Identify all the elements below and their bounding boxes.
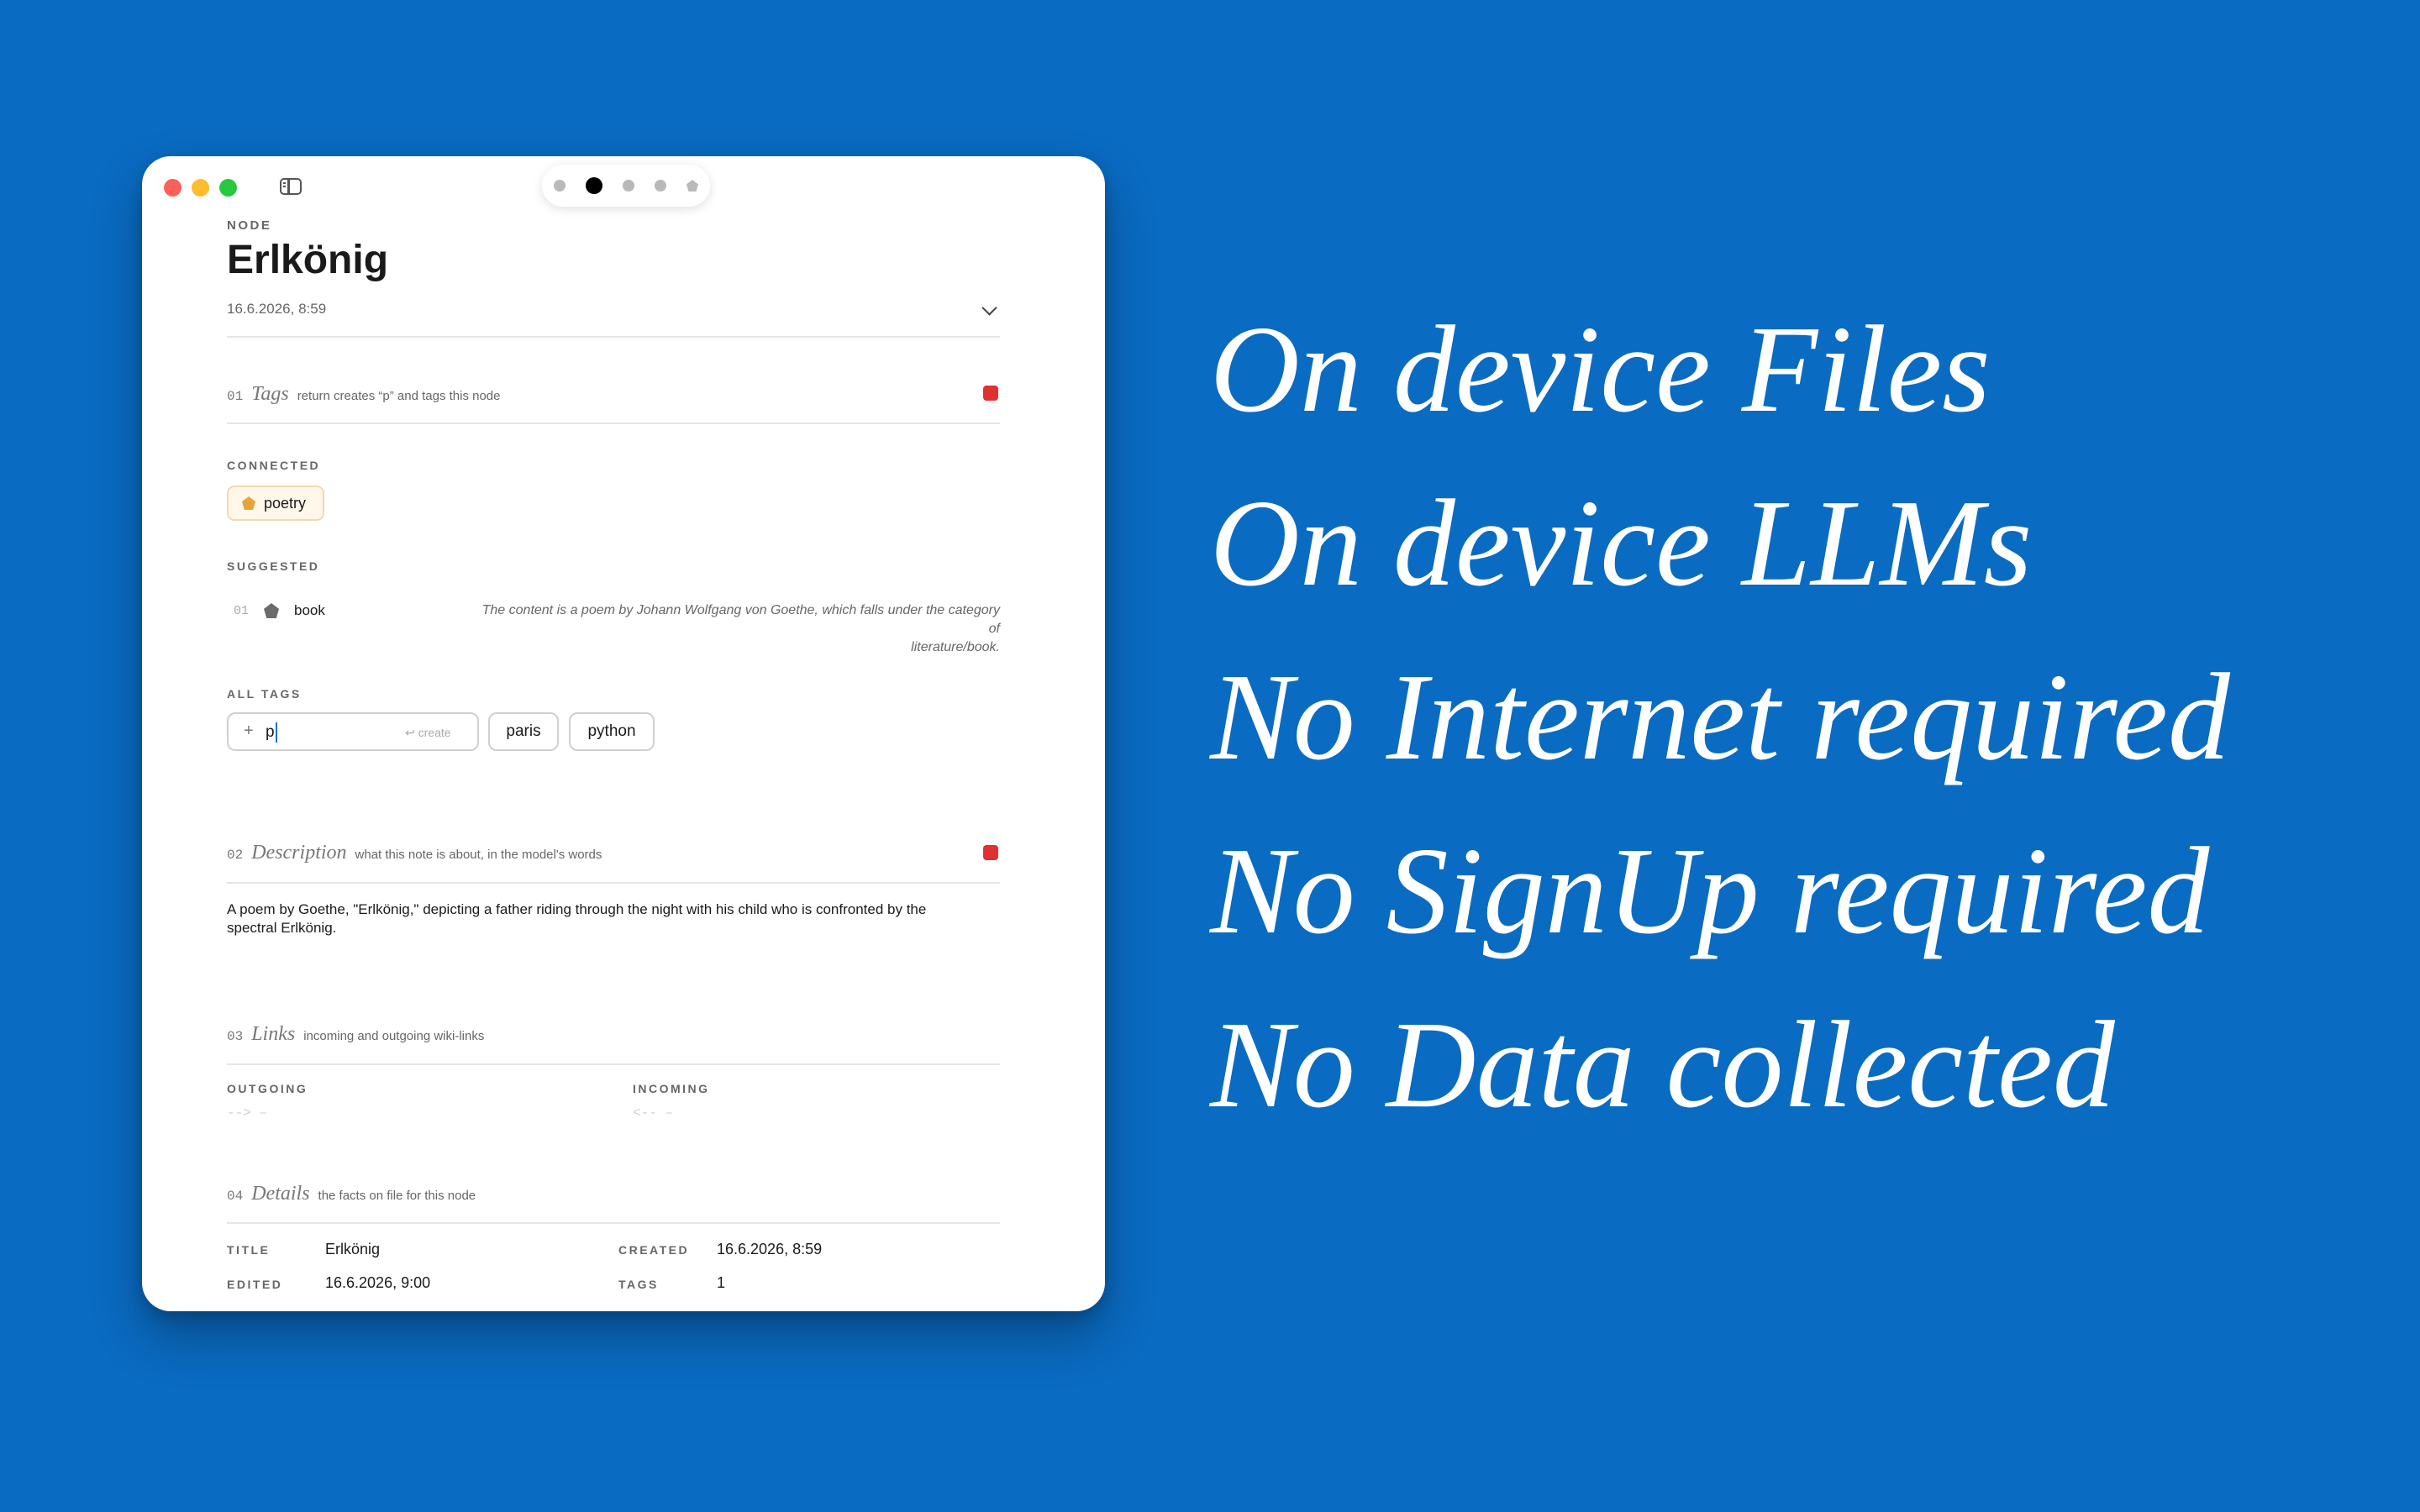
divider	[227, 423, 1000, 424]
tag-chip-python[interactable]: python	[569, 712, 655, 751]
section-number: 02	[227, 848, 244, 863]
description-section-header: 02 Description what this note is about, …	[227, 842, 602, 864]
pentagon-icon	[264, 603, 280, 618]
tagline-on-device-llms: On device LLMs	[1210, 475, 2033, 612]
incoming-value: <-- –	[633, 1105, 674, 1121]
section-name: Links	[251, 1023, 296, 1045]
node-title: Erlkönig	[227, 238, 389, 282]
node-timestamp: 16.6.2026, 8:59	[227, 301, 327, 317]
description-line: spectral Erlkönig.	[227, 920, 337, 936]
tag-label: poetry	[264, 494, 307, 512]
section-number: 04	[227, 1189, 244, 1204]
outgoing-label: OUTGOING	[227, 1082, 308, 1095]
status-marker	[983, 845, 998, 860]
section-name: Details	[251, 1183, 310, 1205]
window-zoom-button[interactable]	[219, 179, 237, 197]
section-hint: what this note is about, in the model's …	[355, 848, 602, 862]
connected-tag-poetry[interactable]: poetry	[227, 486, 324, 521]
sidebar-toggle-icon[interactable]	[280, 178, 302, 195]
tags-section-header: 01 Tags return creates “p” and tags this…	[227, 383, 501, 406]
detail-title-value: Erlkönig	[325, 1241, 381, 1257]
divider	[227, 882, 1000, 884]
suggested-item[interactable]: 01 book	[234, 602, 325, 619]
detail-created-value: 16.6.2026, 8:59	[717, 1241, 823, 1257]
detail-edited-value: 16.6.2026, 9:00	[325, 1274, 431, 1291]
section-name: Tags	[251, 383, 289, 405]
tag-input-value[interactable]: p	[266, 723, 275, 742]
section-number: 01	[227, 389, 244, 404]
node-kind-label: NODE	[227, 218, 272, 233]
description-line: A poem by Goethe, "Erlkönig," depicting …	[227, 901, 927, 917]
section-hint: the facts on file for this node	[318, 1189, 476, 1203]
outgoing-value: --> –	[227, 1105, 268, 1121]
page-dot-active[interactable]	[586, 177, 602, 194]
description-text[interactable]: A poem by Goethe, "Erlkönig," depicting …	[227, 900, 1008, 937]
detail-edited-label: EDITED	[227, 1278, 283, 1291]
divider	[227, 1222, 1000, 1224]
all-tags-label: ALL TAGS	[227, 687, 302, 701]
section-hint: return creates “p” and tags this node	[297, 389, 501, 403]
reason-line: The content is a poem by Johann Wolfgang…	[481, 603, 1000, 636]
detail-tags-label: TAGS	[618, 1278, 659, 1291]
suggestion-index: 01	[234, 603, 250, 618]
divider	[227, 336, 1000, 338]
page-dot[interactable]	[655, 180, 666, 192]
window-close-button[interactable]	[164, 179, 182, 197]
create-hint[interactable]: ↩ create	[405, 726, 451, 740]
section-hint: incoming and outgoing wiki-links	[303, 1029, 485, 1043]
window-minimize-button[interactable]	[192, 179, 209, 197]
links-section-header: 03 Links incoming and outgoing wiki-link…	[227, 1023, 484, 1046]
tag-input[interactable]: + p ↩ create	[227, 712, 479, 751]
app-window: NODE Erlkönig 16.6.2026, 8:59 01 Tags re…	[142, 156, 1105, 1311]
tagline-on-device-files: On device Files	[1210, 301, 1991, 438]
page-indicator	[542, 165, 710, 207]
tagline-no-signup: No SignUp required	[1210, 822, 2210, 960]
details-section-header: 04 Details the facts on file for this no…	[227, 1183, 476, 1205]
page-dot[interactable]	[623, 180, 634, 192]
incoming-label: INCOMING	[633, 1082, 710, 1095]
page-dot-pentagon[interactable]	[687, 180, 698, 192]
section-number: 03	[227, 1029, 244, 1044]
detail-created-label: CREATED	[618, 1243, 690, 1257]
reason-line: literature/book.	[911, 640, 1000, 654]
connected-label: CONNECTED	[227, 459, 321, 472]
tag-chip-paris[interactable]: paris	[488, 712, 559, 751]
suggestion-label: book	[294, 602, 325, 618]
divider	[227, 1063, 1000, 1065]
detail-tags-value: 1	[717, 1274, 726, 1291]
suggested-label: SUGGESTED	[227, 559, 320, 573]
plus-icon: +	[244, 722, 254, 740]
status-marker	[983, 386, 998, 401]
suggestion-reason: The content is a poem by Johann Wolfgang…	[479, 601, 1000, 657]
tagline-no-data: No Data collected	[1210, 996, 2115, 1134]
section-name: Description	[251, 842, 347, 864]
page-dot[interactable]	[554, 180, 566, 192]
text-caret	[276, 722, 277, 743]
pentagon-icon	[242, 496, 255, 510]
tagline-no-internet: No Internet required	[1210, 648, 2230, 786]
chevron-down-icon[interactable]	[981, 300, 997, 316]
detail-title-label: TITLE	[227, 1243, 271, 1257]
